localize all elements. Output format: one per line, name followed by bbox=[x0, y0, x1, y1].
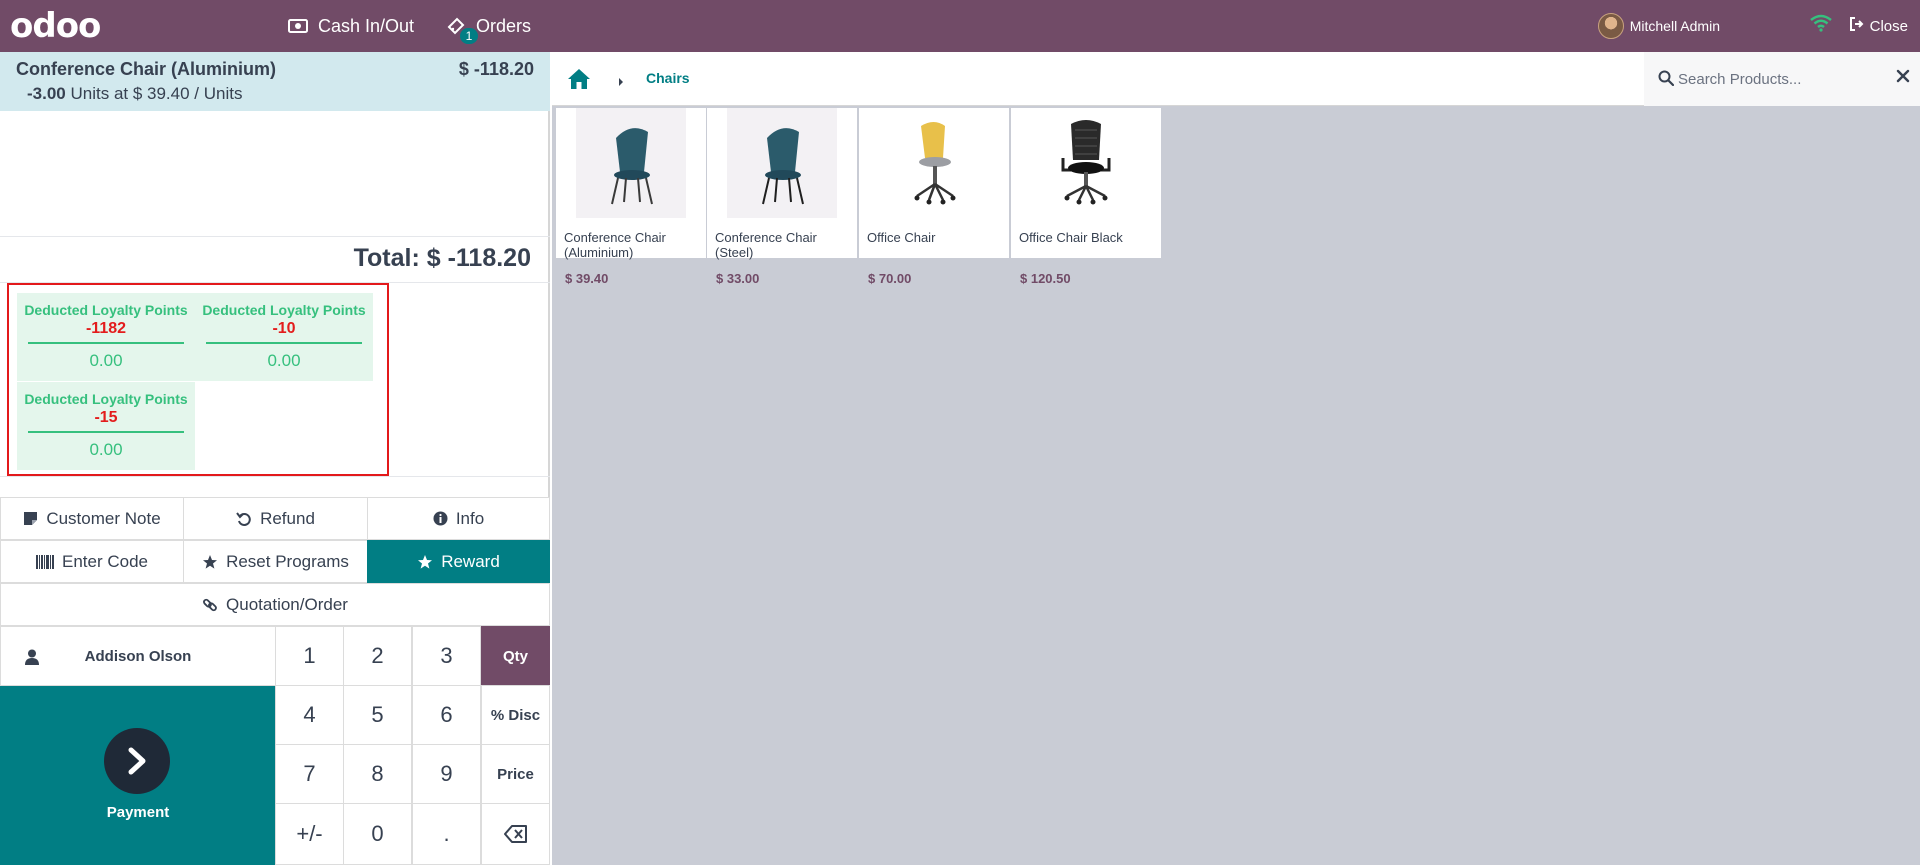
loyalty-card: Deducted Loyalty Points -1182 0.00 bbox=[17, 293, 195, 381]
loyalty-points-value: -15 bbox=[94, 409, 118, 426]
orders-button[interactable]: 1 Orders bbox=[446, 0, 531, 52]
wifi-icon bbox=[1810, 14, 1832, 37]
loyalty-points-section: Deducted Loyalty Points -1182 0.00 Deduc… bbox=[7, 283, 389, 476]
divider bbox=[28, 431, 184, 433]
product-price: $ 70.00 bbox=[868, 271, 912, 286]
search-input[interactable] bbox=[1678, 66, 1878, 92]
numpad-key-4[interactable]: 4 bbox=[275, 685, 344, 745]
loyalty-card: Deducted Loyalty Points -10 0.00 bbox=[195, 293, 373, 381]
divider bbox=[0, 236, 550, 237]
product-price: $ 33.00 bbox=[716, 271, 760, 286]
close-icon[interactable] bbox=[1896, 69, 1910, 83]
orders-count-badge: 1 bbox=[460, 28, 478, 44]
top-bar: odoo Cash In/Out 1 Orders Mitchell Admin… bbox=[0, 0, 1920, 52]
numpad-key-5[interactable]: 5 bbox=[343, 685, 412, 745]
order-total: Total: $ -118.20 bbox=[353, 244, 531, 272]
numpad-key-6[interactable]: 6 bbox=[412, 685, 481, 745]
info-icon bbox=[433, 511, 448, 526]
loyalty-points-value: -1182 bbox=[85, 320, 127, 337]
quotation-order-button[interactable]: Quotation/Order bbox=[0, 583, 550, 626]
close-button[interactable]: Close bbox=[1849, 0, 1908, 52]
numpad-key-dot[interactable]: . bbox=[412, 803, 481, 865]
payment-button[interactable]: Payment bbox=[0, 686, 276, 865]
sign-out-icon bbox=[1849, 16, 1865, 36]
numpad-key-3[interactable]: 3 bbox=[412, 626, 481, 686]
numpad-key-7[interactable]: 7 bbox=[275, 744, 344, 804]
product-panel: Chairs Conference Chair (Aluminium) $ 39… bbox=[552, 52, 1920, 865]
ticket-icon: 1 bbox=[446, 16, 478, 44]
product-search bbox=[1644, 52, 1920, 106]
divider bbox=[206, 342, 362, 344]
backspace-icon bbox=[503, 825, 527, 843]
avatar bbox=[1597, 13, 1624, 39]
product-name: Office Chair bbox=[867, 230, 936, 245]
qty-mode-button[interactable]: Qty bbox=[481, 626, 550, 686]
product-image bbox=[576, 108, 686, 218]
user-icon bbox=[25, 649, 39, 665]
cash-icon bbox=[288, 19, 308, 33]
order-line-price: $ -118.20 bbox=[458, 59, 534, 79]
enter-code-button[interactable]: Enter Code bbox=[0, 540, 184, 583]
numpad-key-plus-minus[interactable]: +/- bbox=[275, 803, 344, 865]
numpad-key-1[interactable]: 1 bbox=[275, 626, 344, 686]
home-icon[interactable] bbox=[566, 67, 592, 96]
numpad-key-8[interactable]: 8 bbox=[343, 744, 412, 804]
customer-note-button[interactable]: Customer Note bbox=[0, 497, 184, 540]
reset-programs-button[interactable]: Reset Programs bbox=[183, 540, 368, 583]
numpad-key-0[interactable]: 0 bbox=[343, 803, 412, 865]
loyalty-card: Deducted Loyalty Points -15 0.00 bbox=[17, 382, 195, 470]
sticky-note-icon bbox=[24, 512, 38, 525]
star-icon bbox=[203, 554, 218, 569]
odoo-logo: odoo bbox=[10, 6, 101, 46]
breadcrumb: Chairs bbox=[552, 52, 1920, 106]
price-mode-button[interactable]: Price bbox=[481, 744, 550, 804]
divider bbox=[28, 342, 184, 344]
user-menu[interactable]: Mitchell Admin bbox=[1597, 0, 1720, 52]
product-name: Office Chair Black bbox=[1019, 230, 1123, 245]
discount-mode-button[interactable]: % Disc bbox=[481, 685, 550, 745]
numpad-key-9[interactable]: 9 bbox=[412, 744, 481, 804]
product-image bbox=[1031, 108, 1141, 218]
cash-in-out-button[interactable]: Cash In/Out bbox=[288, 0, 414, 52]
order-line-detail: -3.00 Units at $ 39.40 / Units bbox=[27, 84, 243, 103]
product-card[interactable]: Office Chair $ 70.00 bbox=[859, 108, 1009, 286]
product-image bbox=[727, 108, 837, 218]
product-image bbox=[879, 108, 989, 218]
undo-icon bbox=[236, 511, 251, 526]
numpad-key-2[interactable]: 2 bbox=[343, 626, 412, 686]
product-name: Conference Chair (Aluminium) bbox=[564, 230, 666, 260]
reward-button[interactable]: Reward bbox=[367, 540, 550, 583]
loyalty-points-value: -10 bbox=[272, 320, 296, 337]
link-icon bbox=[203, 598, 217, 611]
order-line-name: Conference Chair (Aluminium) bbox=[16, 59, 277, 79]
product-card[interactable]: Office Chair Black $ 120.50 bbox=[1011, 108, 1161, 286]
order-line[interactable]: Conference Chair (Aluminium) $ -118.20 -… bbox=[0, 52, 550, 111]
barcode-icon bbox=[36, 554, 54, 569]
chevron-right-icon bbox=[104, 728, 170, 794]
star-icon bbox=[418, 554, 433, 569]
breadcrumb-chairs[interactable]: Chairs bbox=[646, 70, 690, 86]
product-name: Conference Chair (Steel) bbox=[715, 230, 817, 260]
info-button[interactable]: Info bbox=[367, 497, 550, 540]
backspace-button[interactable] bbox=[481, 803, 550, 865]
chevron-right-icon bbox=[617, 74, 625, 92]
product-card[interactable]: Conference Chair (Steel) $ 33.00 bbox=[707, 108, 857, 286]
customer-button[interactable]: Addison Olson bbox=[0, 626, 276, 686]
product-card[interactable]: Conference Chair (Aluminium) $ 39.40 bbox=[556, 108, 706, 286]
divider bbox=[0, 476, 550, 477]
search-icon bbox=[1658, 70, 1674, 86]
product-price: $ 39.40 bbox=[565, 271, 609, 286]
refund-button[interactable]: Refund bbox=[183, 497, 368, 540]
product-price: $ 120.50 bbox=[1020, 271, 1071, 286]
